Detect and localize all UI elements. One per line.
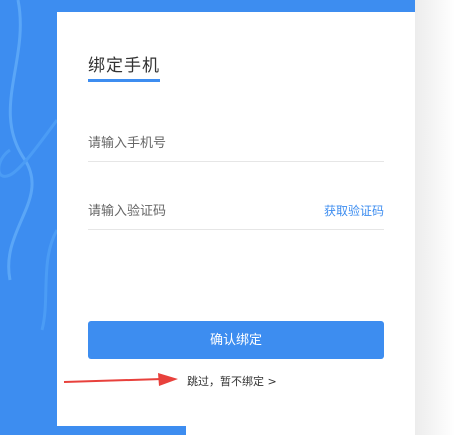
verification-code-input[interactable] [88,201,308,221]
phone-field [88,125,384,162]
confirm-bind-button[interactable]: 确认绑定 [88,321,384,359]
bind-phone-card: 绑定手机 获取验证码 确认绑定 跳过，暂不绑定 > [57,12,415,426]
title-underline [88,79,160,82]
background-panel-left [0,0,57,435]
background-wave-decoration [0,0,57,331]
phone-input[interactable] [88,133,308,153]
background-strip-top [57,0,415,12]
background-strip-bottom [57,426,186,435]
page-title: 绑定手机 [88,56,160,76]
get-code-button[interactable]: 获取验证码 [324,202,384,219]
card-shadow [415,0,469,435]
annotation-arrow-icon [63,373,178,386]
code-field: 获取验证码 [88,193,384,230]
skip-bind-link[interactable]: 跳过，暂不绑定 > [187,373,277,389]
